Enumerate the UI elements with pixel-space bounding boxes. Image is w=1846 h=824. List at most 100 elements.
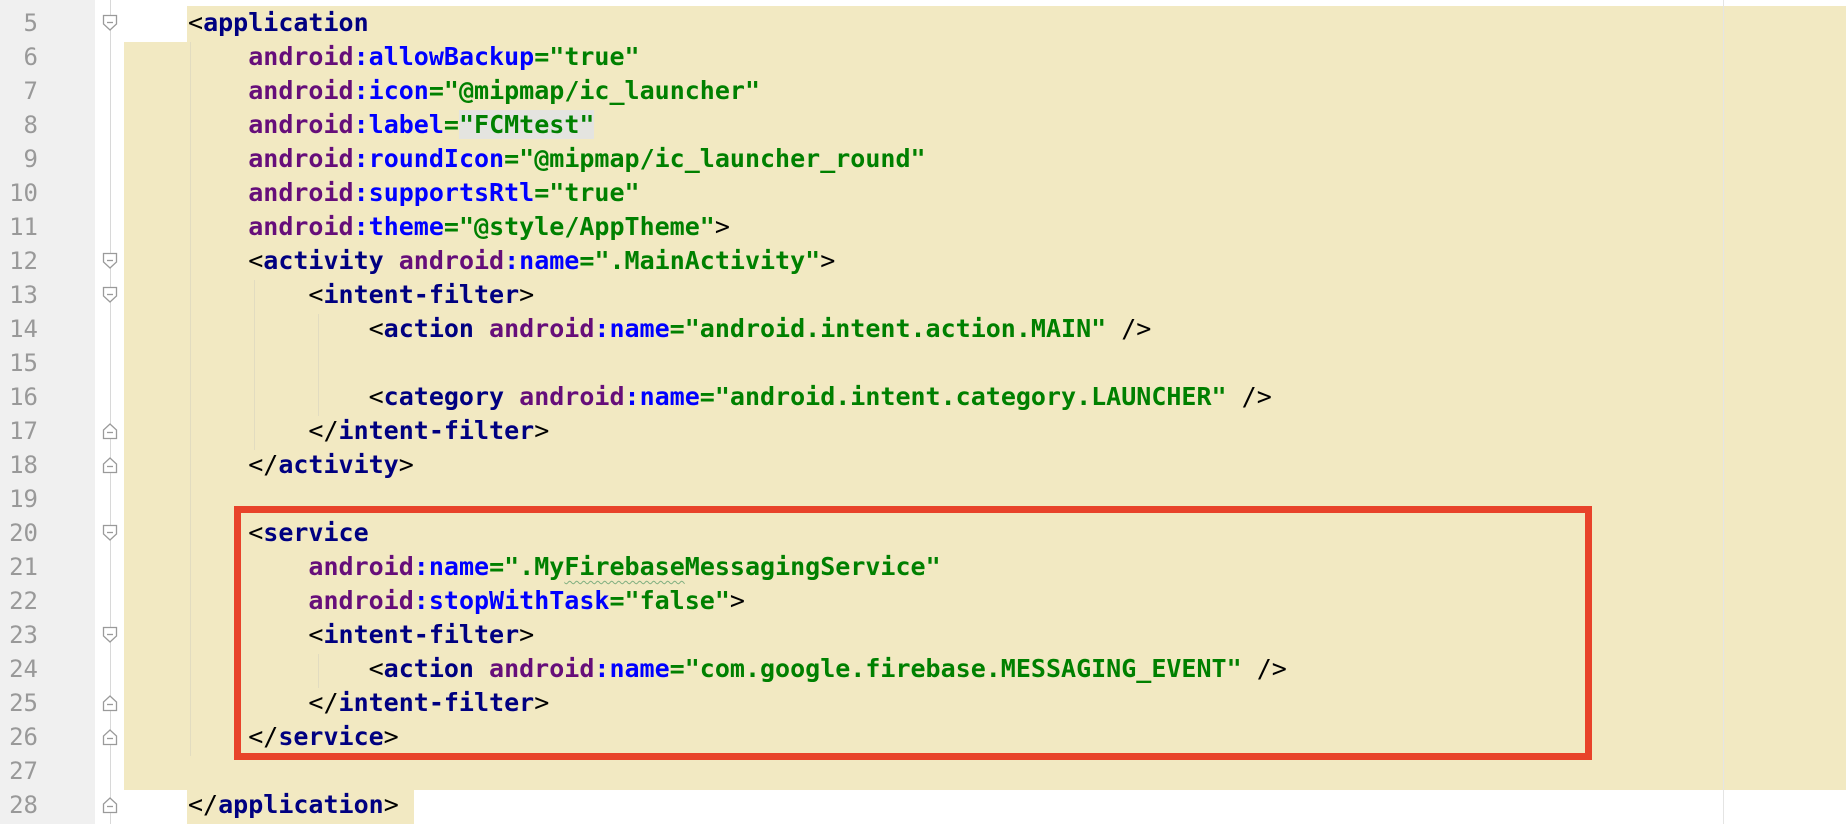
code-token: </ xyxy=(188,416,339,445)
code-line[interactable]: 15 xyxy=(0,346,1846,380)
code-line[interactable]: 7 android:icon="@mipmap/ic_launcher" xyxy=(0,74,1846,108)
code-text: </application> xyxy=(188,788,399,822)
line-number: 25 xyxy=(9,689,38,717)
code-token: "android.intent.action.MAIN" xyxy=(684,314,1107,343)
code-token: application xyxy=(218,790,384,819)
code-token: activity xyxy=(263,246,399,275)
line-number: 14 xyxy=(9,315,38,343)
code-token: android xyxy=(248,212,354,241)
code-token: name xyxy=(519,246,580,275)
code-token: action xyxy=(383,314,490,343)
line-number: 24 xyxy=(9,655,38,683)
fold-close-icon[interactable] xyxy=(102,796,118,814)
code-line[interactable]: 17 </intent-filter> xyxy=(0,414,1846,448)
code-token: roundIcon xyxy=(368,144,505,173)
code-token: = xyxy=(534,42,550,71)
code-token: < xyxy=(188,314,384,343)
line-number: 6 xyxy=(23,43,38,71)
code-token: = xyxy=(579,246,595,275)
fold-close-icon[interactable] xyxy=(102,422,118,440)
line-number: 10 xyxy=(9,179,38,207)
line-number: 21 xyxy=(9,553,38,581)
line-number: 18 xyxy=(9,451,38,479)
code-line[interactable]: 13 <intent-filter> xyxy=(0,278,1846,312)
code-token: "android.intent.category.LAUNCHER" xyxy=(714,382,1227,411)
code-token: "true" xyxy=(549,42,640,71)
code-token: = xyxy=(443,110,459,139)
code-token: intent-filter xyxy=(323,280,520,309)
code-token: /> xyxy=(1106,314,1152,343)
code-token: icon xyxy=(368,76,429,105)
code-token: = xyxy=(699,382,715,411)
code-token: /> xyxy=(1226,382,1272,411)
code-text: android:allowBackup="true" xyxy=(188,40,640,74)
code-token: : xyxy=(353,178,369,207)
code-line[interactable]: 8 android:label="FCMtest" xyxy=(0,108,1846,142)
code-text: android:label="FCMtest" xyxy=(188,108,595,142)
code-text: android:theme="@style/AppTheme"> xyxy=(188,210,730,244)
code-token: name xyxy=(609,314,670,343)
code-token: android xyxy=(398,246,505,275)
code-token: < xyxy=(188,280,324,309)
code-token: > xyxy=(519,280,535,309)
code-token: android xyxy=(248,178,354,207)
code-text: android:icon="@mipmap/ic_launcher" xyxy=(188,74,760,108)
line-number: 9 xyxy=(23,145,38,173)
code-line[interactable]: 9 android:roundIcon="@mipmap/ic_launcher… xyxy=(0,142,1846,176)
line-number: 12 xyxy=(9,247,38,275)
line-number: 19 xyxy=(9,485,38,513)
code-line[interactable]: 14 <action android:name="android.intent.… xyxy=(0,312,1846,346)
code-line[interactable]: 16 <category android:name="android.inten… xyxy=(0,380,1846,414)
fold-close-icon[interactable] xyxy=(102,728,118,746)
fold-open-icon[interactable] xyxy=(102,626,118,644)
code-text: <intent-filter> xyxy=(188,278,534,312)
fold-close-icon[interactable] xyxy=(102,456,118,474)
code-token: = xyxy=(428,76,444,105)
code-text: </intent-filter> xyxy=(188,414,549,448)
code-text: <application xyxy=(188,6,369,40)
code-token: "@mipmap/ic_launcher_round" xyxy=(519,144,926,173)
code-line[interactable]: 28 </application> xyxy=(0,788,1846,822)
line-number: 11 xyxy=(9,213,38,241)
fold-open-icon[interactable] xyxy=(102,524,118,542)
code-token: intent-filter xyxy=(338,416,535,445)
code-token: : xyxy=(353,144,369,173)
code-token: android xyxy=(248,42,354,71)
code-text: </activity> xyxy=(188,448,414,482)
code-text: <category android:name="android.intent.c… xyxy=(188,380,1272,414)
code-line[interactable]: 5 <application xyxy=(0,6,1846,40)
code-line[interactable]: 18 </activity> xyxy=(0,448,1846,482)
fold-close-icon[interactable] xyxy=(102,694,118,712)
code-token: supportsRtl xyxy=(368,178,535,207)
code-token: : xyxy=(504,246,520,275)
code-token: name xyxy=(639,382,700,411)
code-token: application xyxy=(203,8,369,37)
code-token: : xyxy=(353,212,369,241)
code-editor[interactable]: 5 <application 6 android:allowBackup="true… xyxy=(0,0,1846,824)
line-number: 20 xyxy=(9,519,38,547)
code-line[interactable]: 11 android:theme="@style/AppTheme"> xyxy=(0,210,1846,244)
code-token: > xyxy=(820,246,836,275)
fold-open-icon[interactable] xyxy=(102,14,118,32)
code-token: label xyxy=(368,110,444,139)
code-line[interactable]: 12 <activity android:name=".MainActivity… xyxy=(0,244,1846,278)
fold-open-icon[interactable] xyxy=(102,252,118,270)
code-token: < xyxy=(188,382,384,411)
line-number: 23 xyxy=(9,621,38,649)
code-token: : xyxy=(353,110,369,139)
fold-open-icon[interactable] xyxy=(102,286,118,304)
code-token: android xyxy=(248,110,354,139)
code-token: < xyxy=(188,246,264,275)
code-token: = xyxy=(504,144,520,173)
code-token: android xyxy=(489,314,595,343)
annotation-highlight-box xyxy=(234,506,1592,760)
code-token: = xyxy=(443,212,459,241)
code-line[interactable]: 10 android:supportsRtl="true" xyxy=(0,176,1846,210)
line-number: 28 xyxy=(9,791,38,819)
line-number: 15 xyxy=(9,349,38,377)
code-line[interactable]: 6 android:allowBackup="true" xyxy=(0,40,1846,74)
